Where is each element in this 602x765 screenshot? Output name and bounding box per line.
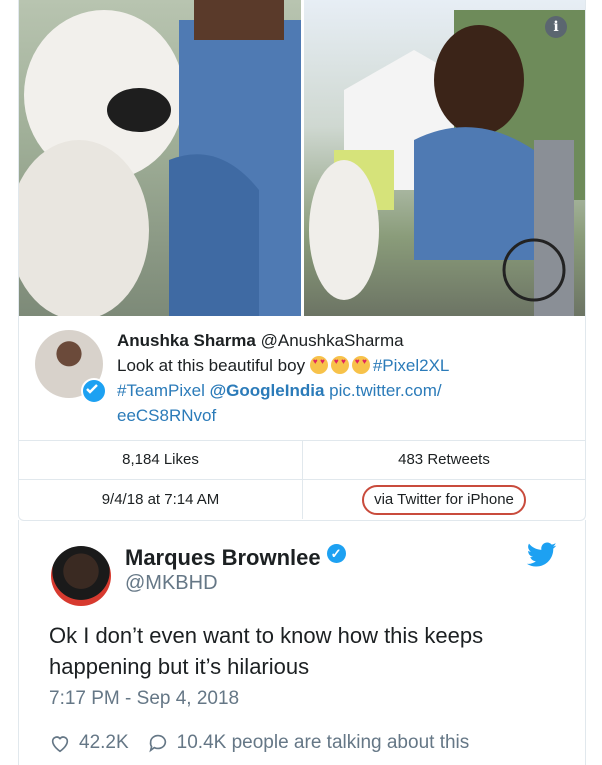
author-name[interactable]: Marques Brownlee xyxy=(125,544,346,571)
source-label[interactable]: via Twitter for iPhone xyxy=(362,485,526,515)
photo-grid[interactable]: i xyxy=(19,0,585,316)
media-link-cont[interactable]: eeCS8RNvof xyxy=(117,406,216,425)
media-link[interactable]: pic.twitter.com/ xyxy=(329,381,441,400)
mkbhd-tweet[interactable]: Marques Brownlee @MKBHD Ok I don’t even … xyxy=(18,520,586,765)
timestamp[interactable]: 9/4/18 at 7:14 AM xyxy=(19,480,302,519)
photo-left-illustration xyxy=(19,0,301,316)
heart-eyes-emoji-icon xyxy=(309,356,328,374)
info-icon[interactable]: i xyxy=(545,16,567,38)
tweet-text: Look at this beautiful boy xyxy=(117,356,306,375)
twitter-bird-icon[interactable] xyxy=(527,542,557,568)
action-bar: 42.2K 10.4K people are talking about thi… xyxy=(49,732,469,754)
heart-eyes-emoji-icon xyxy=(330,356,349,374)
heart-icon[interactable] xyxy=(49,732,71,754)
reply-bubble-icon[interactable] xyxy=(147,732,169,754)
photo-woman-petting-dog[interactable] xyxy=(304,0,585,316)
conversation-link[interactable]: 10.4K people are talking about this xyxy=(177,732,470,754)
likes-count[interactable]: 8,184 Likes xyxy=(19,440,302,479)
meta-row: 9/4/18 at 7:14 AM via Twitter for iPhone xyxy=(19,480,585,519)
hashtag-link[interactable]: #TeamPixel xyxy=(117,381,205,400)
hashtag-link[interactable]: #Pixel2XL xyxy=(373,356,450,375)
mention-link[interactable]: @GoogleIndia xyxy=(210,381,325,400)
quoted-author-section: Anushka Sharma @AnushkaSharma Look at th… xyxy=(19,316,585,441)
quoted-tweet-text: Anushka Sharma @AnushkaSharma Look at th… xyxy=(117,328,557,428)
author-handle[interactable]: @AnushkaSharma xyxy=(261,331,404,350)
retweets-count[interactable]: 483 Retweets xyxy=(303,440,585,479)
author-handle[interactable]: @MKBHD xyxy=(125,572,218,595)
verified-badge-icon xyxy=(326,544,346,563)
engagement-row: 8,184 Likes 483 Retweets xyxy=(19,440,585,480)
source-cell: via Twitter for iPhone xyxy=(303,480,585,519)
like-count[interactable]: 42.2K xyxy=(79,732,129,754)
verified-badge-icon xyxy=(81,378,107,404)
quoted-tweet-card[interactable]: i Anushka Sharma @AnushkaSharma Look at … xyxy=(18,0,586,521)
photo-dog-and-woman[interactable] xyxy=(19,0,301,316)
timestamp[interactable]: 7:17 PM - Sep 4, 2018 xyxy=(49,688,239,710)
author-name-text[interactable]: Marques Brownlee xyxy=(125,545,321,570)
avatar[interactable] xyxy=(51,546,111,606)
photo-right-illustration xyxy=(309,10,585,316)
tweet-body: Ok I don’t even want to know how this ke… xyxy=(49,623,484,679)
author-name[interactable]: Anushka Sharma xyxy=(117,331,256,350)
heart-eyes-emoji-icon xyxy=(351,356,370,374)
